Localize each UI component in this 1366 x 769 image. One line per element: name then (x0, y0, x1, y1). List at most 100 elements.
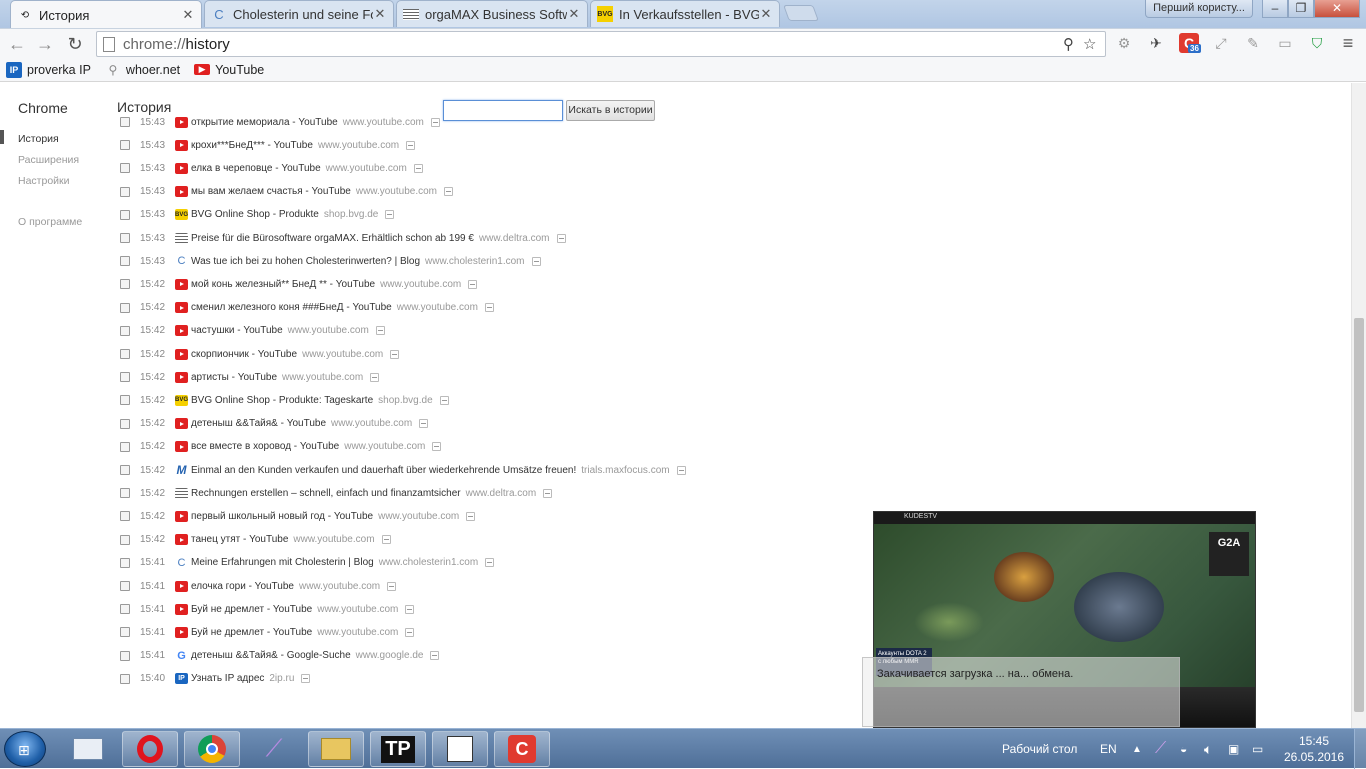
scrollbar[interactable] (1351, 83, 1366, 728)
entry-title-link[interactable]: детеныш &&Тайя& - YouTube (191, 418, 326, 429)
entry-menu-button[interactable] (390, 349, 400, 359)
extension-icon[interactable]: ✎ (1243, 33, 1263, 53)
entry-title-link[interactable]: открытие мемориала - YouTube (191, 117, 338, 128)
show-desktop-button[interactable] (1354, 729, 1366, 769)
history-entry[interactable]: 15:41 Буй не дремлет - YouTube www.youtube… (120, 623, 415, 641)
entry-title-link[interactable]: мы вам желаем счастья - YouTube (191, 186, 351, 197)
entry-title-link[interactable]: мой конь железный** БнеД ** - YouTube (191, 279, 375, 290)
entry-title-link[interactable]: артисты - YouTube (191, 372, 277, 383)
entry-checkbox[interactable] (120, 372, 130, 383)
entry-checkbox[interactable] (120, 650, 130, 661)
bookmark-star-icon[interactable]: ☆ (1083, 35, 1096, 53)
entry-checkbox[interactable] (120, 233, 130, 243)
entry-title-link[interactable]: Preise für die Bürosoftware orgaMAX. Erh… (191, 233, 474, 244)
entry-menu-button[interactable] (432, 442, 442, 452)
sidebar-item-history[interactable]: История (18, 133, 59, 145)
history-entry[interactable]: 15:42 частушки - YouTube www.youtube.com (120, 322, 385, 340)
entry-menu-button[interactable] (381, 535, 391, 545)
entry-menu-button[interactable] (543, 488, 553, 498)
entry-title-link[interactable]: елка в череповце - YouTube (191, 163, 321, 174)
language-indicator[interactable]: EN (1100, 729, 1117, 769)
history-entry[interactable]: 15:41 Буй не дремлет - YouTube www.youtube… (120, 600, 415, 618)
history-entry[interactable]: 15:43 Preise für die Bürosoftware orgaMAX… (120, 229, 566, 247)
entry-title-link[interactable]: Meine Erfahrungen mit Cholesterin | Blog (191, 557, 374, 568)
tool-icon[interactable]: C (494, 731, 550, 767)
forward-button[interactable]: → (34, 33, 56, 55)
entry-menu-button[interactable] (531, 256, 541, 266)
entry-checkbox[interactable] (120, 511, 130, 522)
entry-checkbox[interactable] (120, 604, 130, 615)
history-entry[interactable]: 15:42 все вместе в хоровод - YouTube www.y… (120, 438, 442, 456)
history-entry[interactable]: 15:43 открытие мемориала - YouTube www.you… (120, 113, 440, 131)
entry-title-link[interactable]: Буй не дремлет - YouTube (191, 627, 312, 638)
history-entry[interactable]: 15:42 сменил железного коня ###БнеД - You… (120, 299, 494, 317)
entry-menu-button[interactable] (405, 604, 415, 614)
entry-menu-button[interactable] (387, 581, 397, 591)
display-tray-icon[interactable]: ▭ (1252, 729, 1263, 769)
entry-menu-button[interactable] (444, 187, 453, 197)
close-tab-icon[interactable]: ✕ (759, 6, 773, 22)
entry-menu-button[interactable] (375, 326, 385, 336)
extension-icon[interactable]: ⤢ (1211, 33, 1231, 53)
entry-title-link[interactable]: BVG Online Shop - Produkte: Tageskarte (191, 395, 373, 406)
bookmark-youtube[interactable]: ▶ YouTube (194, 63, 264, 77)
history-entry[interactable]: 15:43 BVG BVG Online Shop - Produkte shop.b… (120, 206, 395, 224)
history-entry[interactable]: 15:43 крохи***БнеД*** - YouTube www.youtub… (120, 136, 416, 154)
scrollbar-thumb[interactable] (1354, 318, 1364, 712)
extension-icon[interactable]: ✈ (1146, 33, 1166, 53)
entry-checkbox[interactable] (120, 140, 130, 151)
entry-title-link[interactable]: скорпиончик - YouTube (191, 349, 297, 360)
network-tray-icon[interactable]: ◒ (1180, 729, 1187, 769)
notification-popup[interactable]: Закачивается загрузка ... на... обмена. (862, 657, 1180, 727)
history-entry[interactable]: 15:42 детеныш &&Тайя& - YouTube www.youtub… (120, 415, 429, 433)
entry-checkbox[interactable] (120, 279, 130, 290)
history-entry[interactable]: 15:40 IP Узнать IP адрес 2ip.ru (120, 670, 311, 688)
entry-title-link[interactable]: все вместе в хоровод - YouTube (191, 441, 339, 452)
entry-checkbox[interactable] (120, 395, 130, 406)
entry-title-link[interactable]: Was tue ich bei zu hohen Cholesterinwert… (191, 256, 420, 267)
entry-title-link[interactable]: детеныш &&Тайя& - Google-Suche (191, 650, 351, 661)
entry-title-link[interactable]: Буй не дремлет - YouTube (191, 604, 312, 615)
sidebar-item-extensions[interactable]: Расширения (18, 154, 79, 166)
zoom-icon[interactable]: ⚲ (1063, 35, 1074, 53)
entry-title-link[interactable]: танец утят - YouTube (191, 534, 288, 545)
close-tab-icon[interactable]: ✕ (567, 6, 581, 22)
history-entry[interactable]: 15:43 C Was tue ich bei zu hohen Cholester… (120, 252, 541, 270)
minimize-button[interactable]: – (1262, 0, 1288, 18)
feather-tray-icon[interactable]: ⟋ (1155, 729, 1166, 769)
close-tab-icon[interactable]: ✕ (181, 7, 195, 23)
opera-icon[interactable] (122, 731, 178, 767)
entry-checkbox[interactable] (120, 349, 130, 359)
entry-checkbox[interactable] (120, 465, 130, 475)
entry-title-link[interactable]: первый школьный новый год - YouTube (191, 511, 373, 522)
history-entry[interactable]: 15:42 Rechnungen erstellen – schnell, ein… (120, 484, 553, 502)
entry-menu-button[interactable] (406, 140, 416, 150)
history-entry[interactable]: 15:43 елка в череповце - YouTube www.youtu… (120, 159, 423, 177)
entry-menu-button[interactable] (466, 511, 476, 521)
history-entry[interactable]: 15:42 артисты - YouTube www.youtube.com (120, 368, 380, 386)
profile-button[interactable]: Перший користу... (1145, 0, 1253, 18)
explorer-icon[interactable] (60, 731, 116, 767)
bookmark-whoer[interactable]: ⚲ whoer.net (105, 62, 181, 78)
entry-checkbox[interactable] (120, 117, 130, 127)
history-entry[interactable]: 15:43 мы вам желаем счастья - YouTube www.… (120, 183, 453, 201)
entry-menu-button[interactable] (413, 163, 423, 173)
entry-checkbox[interactable] (120, 163, 130, 174)
history-entry[interactable]: 15:41 Gдетеныш &&Тайя& - Google-Suche www.… (120, 647, 440, 665)
tab-bvg[interactable]: BVG In Verkaufsstellen - BVG.d ✕ (590, 0, 780, 27)
entry-menu-button[interactable] (484, 303, 494, 313)
reload-button[interactable]: ↻ (64, 33, 86, 55)
history-entry[interactable]: 15:41 елочка гори - YouTube www.youtube.co… (120, 577, 397, 595)
entry-menu-button[interactable] (439, 395, 449, 405)
entry-title-link[interactable]: частушки - YouTube (191, 325, 283, 336)
entry-checkbox[interactable] (120, 534, 130, 545)
sidebar-item-about[interactable]: О программе (18, 216, 82, 228)
tab-cholesterin[interactable]: C Cholesterin und seine Fol ✕ (204, 0, 394, 27)
volume-icon[interactable]: 🔈︎ (1204, 729, 1212, 769)
shield-icon[interactable]: ⛉ (1307, 33, 1327, 53)
entry-menu-button[interactable] (370, 372, 380, 382)
new-tab-button[interactable] (783, 5, 819, 21)
menu-icon[interactable]: ≡ (1338, 33, 1358, 53)
entry-checkbox[interactable] (120, 256, 130, 267)
entry-menu-button[interactable] (405, 627, 415, 637)
